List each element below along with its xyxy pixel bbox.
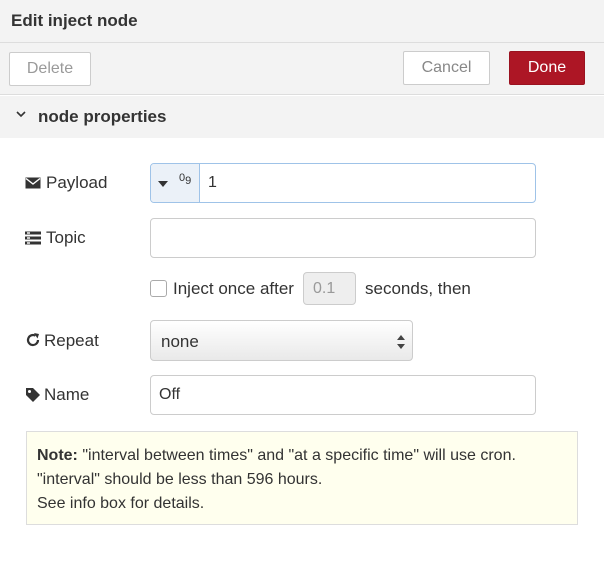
tray-header: Edit inject node bbox=[0, 0, 604, 43]
note-line-3: See info box for details. bbox=[37, 495, 205, 512]
inject-once-label: Inject once after bbox=[173, 279, 294, 298]
name-input[interactable]: Off bbox=[150, 375, 536, 415]
repeat-select[interactable]: none bbox=[150, 320, 413, 361]
select-arrows-icon bbox=[397, 335, 405, 349]
cancel-button[interactable]: Cancel bbox=[403, 51, 490, 85]
number-type-icon: 09 bbox=[179, 173, 191, 187]
chevron-down-icon bbox=[16, 111, 26, 118]
repeat-icon bbox=[26, 333, 40, 347]
note-line-2: "interval" should be less than 596 hours… bbox=[37, 471, 323, 488]
delete-button[interactable]: Delete bbox=[9, 52, 91, 86]
name-value: Off bbox=[159, 386, 181, 403]
topic-input[interactable] bbox=[150, 218, 536, 258]
inject-once-delay-input[interactable]: 0.1 bbox=[303, 272, 356, 305]
payload-value: 1 bbox=[208, 174, 217, 191]
type-glyph-bottom: 9 bbox=[185, 175, 192, 188]
tray-toolbar: Delete Cancel Done bbox=[0, 43, 604, 95]
envelope-icon bbox=[25, 177, 41, 189]
tag-icon bbox=[26, 388, 40, 402]
note-line-1: Note: "interval between times" and "at a… bbox=[37, 444, 567, 468]
payload-type-selector[interactable]: 09 bbox=[151, 164, 200, 202]
repeat-selected-value: none bbox=[161, 332, 199, 351]
name-label: Name bbox=[44, 385, 90, 404]
delay-value: 0.1 bbox=[313, 280, 336, 297]
cron-note: Note: "interval between times" and "at a… bbox=[26, 431, 578, 525]
caret-down-icon bbox=[158, 181, 168, 187]
node-properties-section-header[interactable]: node properties bbox=[0, 96, 604, 138]
repeat-label: Repeat bbox=[44, 331, 99, 350]
payload-input[interactable]: 09 1 bbox=[150, 163, 536, 203]
seconds-then-label: seconds, then bbox=[365, 279, 471, 298]
tray-title: Edit inject node bbox=[11, 11, 138, 30]
done-button[interactable]: Done bbox=[509, 51, 585, 85]
note-line1-text: "interval between times" and "at a speci… bbox=[82, 447, 516, 464]
note-heading: Note: bbox=[37, 447, 78, 464]
section-title: node properties bbox=[38, 107, 167, 126]
inject-once-checkbox[interactable] bbox=[150, 280, 167, 297]
payload-label: Payload bbox=[46, 173, 108, 192]
tasks-icon bbox=[25, 231, 41, 245]
topic-label: Topic bbox=[46, 228, 86, 247]
